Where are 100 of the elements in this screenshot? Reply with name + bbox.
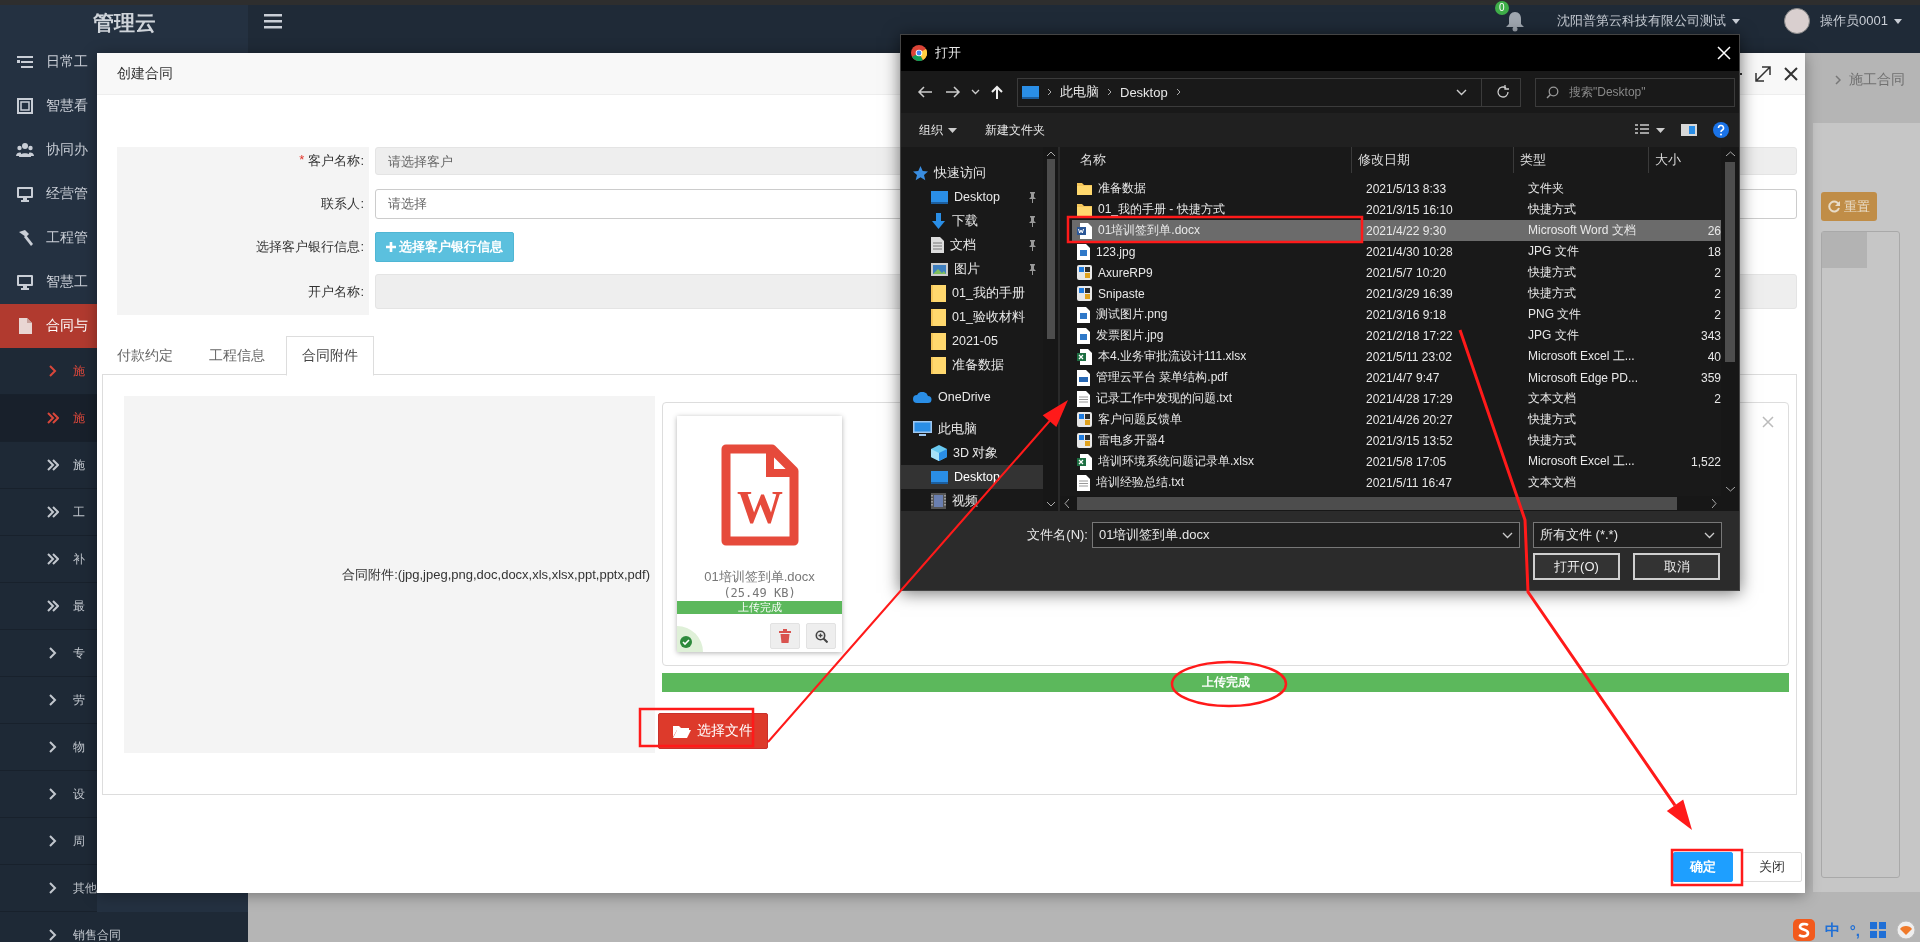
nav-item[interactable]: 3D 对象 <box>901 441 1043 465</box>
file-row[interactable]: AxureRP9 2021/5/7 10:20 快捷方式 2 <box>1072 262 1721 283</box>
address-bar[interactable]: 此电脑 Desktop <box>1017 77 1521 107</box>
date-cell-text: 2021/3/15 16:10 <box>1365 202 1454 217</box>
sidebar-subitem[interactable]: 施 <box>0 442 97 489</box>
tab[interactable]: 工程信息 <box>194 336 280 375</box>
zoom-button[interactable] <box>806 623 836 649</box>
type-cell-text: 快捷方式 <box>1527 411 1577 428</box>
nav-item[interactable]: 此电脑 <box>901 417 1043 441</box>
help-icon[interactable] <box>1713 122 1729 138</box>
column-header[interactable]: 类型 <box>1514 147 1649 173</box>
sidebar-subitem[interactable]: 最 <box>0 583 97 630</box>
sidebar-subitem[interactable]: 施 <box>0 395 97 442</box>
file-row[interactable]: 记录工作中发现的问题.txt 2021/4/28 17:29 文本文档 2 <box>1072 388 1721 409</box>
sidebar-subitem[interactable]: 补 <box>0 536 97 583</box>
sidebar-subitem[interactable]: 周 <box>0 818 97 865</box>
nav-item[interactable]: 01_验收材料 <box>901 305 1043 329</box>
company-menu[interactable]: 沈阳普第云科技有限公司测试 <box>1557 12 1741 30</box>
avatar[interactable] <box>1784 8 1811 34</box>
file-row[interactable]: 123.jpg 2021/4/30 10:28 JPG 文件 18 <box>1072 241 1721 262</box>
nav-item[interactable]: 准备数据 <box>901 353 1043 377</box>
choose-file-button[interactable]: 选择文件 <box>658 713 768 749</box>
date-cell-text: 2021/4/26 20:27 <box>1365 412 1454 427</box>
file-row[interactable]: 雷电多开器4 2021/3/15 13:52 快捷方式 <box>1072 430 1721 451</box>
nav-item[interactable]: Desktop <box>901 465 1043 489</box>
dropdown-icon[interactable] <box>1456 88 1467 96</box>
filename-field[interactable]: 01培训签到单.docx <box>1092 522 1520 548</box>
type-cell-text: 快捷方式 <box>1527 264 1577 281</box>
file-row[interactable]: Snipaste 2021/3/29 16:39 快捷方式 2 <box>1072 283 1721 304</box>
sidebar-item[interactable]: 合同与 <box>0 304 97 348</box>
nav-item[interactable]: 文档 <box>901 233 1043 257</box>
file-row[interactable]: 发票图片.jpg 2021/2/18 17:22 JPG 文件 343 <box>1072 325 1721 346</box>
up-icon[interactable] <box>989 85 1005 99</box>
sidebar-subitem[interactable]: 施 <box>0 348 97 395</box>
tab[interactable]: 付款约定 <box>102 336 188 375</box>
size-cell-text: 18 <box>1706 244 1721 259</box>
nav-item[interactable]: 快速访问 <box>901 161 1043 185</box>
date-cell-text: 2021/4/7 9:47 <box>1365 370 1441 385</box>
caret-icon <box>1732 18 1741 24</box>
file-row[interactable]: 01培训签到单.docx 2021/4/22 9:30 Microsoft Word 文档 26 <box>1072 220 1721 241</box>
sidebar-item[interactable]: 日常工 <box>0 40 97 84</box>
nav-item[interactable]: 图片 <box>901 257 1043 281</box>
sidebar-subitem[interactable]: 物 <box>0 724 97 771</box>
sidebar-subitem[interactable]: 劳 <box>0 677 97 724</box>
file-name: 客户问题反馈单 <box>1098 411 1182 428</box>
file-row[interactable]: 培训环境系统问题记录单.xlsx 2021/5/8 17:05 Microsoft Excel 工... 1,522 <box>1072 451 1721 472</box>
file-size: (25.49 KB) <box>723 586 796 600</box>
scroll-up-icon <box>1725 151 1735 156</box>
sidebar-subitem[interactable]: 工 <box>0 489 97 536</box>
sidebar-subitem[interactable]: 专 <box>0 630 97 677</box>
close-button[interactable]: 关闭 <box>1742 852 1802 882</box>
sidebar-subitem[interactable]: 设 <box>0 771 97 818</box>
nav-item[interactable]: 2021-05 <box>901 329 1043 353</box>
type-cell-text: JPG 文件 <box>1527 327 1580 344</box>
toolbar-button[interactable]: 组织 <box>919 121 957 139</box>
tab[interactable]: 合同附件 <box>286 336 374 376</box>
nav-item[interactable]: 视频 <box>901 489 1043 513</box>
user-menu[interactable]: 操作员0001 <box>1820 12 1902 30</box>
label-cell: 联系人: <box>117 182 369 225</box>
view-options-icon[interactable] <box>1635 124 1665 136</box>
sidebar-item[interactable]: 经营管 <box>0 172 97 216</box>
file-row[interactable]: 本4.业务审批流设计111.xlsx 2021/5/11 23:02 Microsoft Excel 工... 40 <box>1072 346 1721 367</box>
back-icon[interactable] <box>917 85 933 99</box>
forward-icon[interactable] <box>945 85 961 99</box>
toolbar-button[interactable]: 新建文件夹 <box>985 121 1045 139</box>
chevron-icon <box>49 788 57 800</box>
nav-item[interactable]: OneDrive <box>901 385 1043 409</box>
file-row[interactable]: 准备数据 2021/5/13 8:33 文件夹 <box>1072 178 1721 199</box>
file-type-dropdown[interactable]: 所有文件 (*.*) <box>1533 522 1722 548</box>
close-icon[interactable] <box>1783 65 1799 82</box>
dropdown-icon[interactable] <box>970 89 980 95</box>
scroll-left-icon <box>1064 499 1069 508</box>
file-row[interactable]: 测试图片.png 2021/3/16 9:18 PNG 文件 2 <box>1072 304 1721 325</box>
size-cell-text: 343 <box>1699 328 1721 343</box>
cancel-button[interactable]: 取消 <box>1633 553 1720 580</box>
file-row[interactable]: 管理云平台 菜单结构.pdf 2021/4/7 9:47 Microsoft Edge PD... 359 <box>1072 367 1721 388</box>
modal-title: 创建合同 <box>117 64 173 83</box>
delete-button[interactable] <box>770 623 800 649</box>
open-button[interactable]: 打开(O) <box>1533 553 1620 580</box>
column-header[interactable]: 名称 <box>1060 147 1352 173</box>
sidebar-item[interactable]: 工程管 <box>0 216 97 260</box>
sidebar-item[interactable]: 智慧工 <box>0 260 97 304</box>
nav-item[interactable]: Desktop <box>901 185 1043 209</box>
column-header[interactable]: 修改日期 <box>1352 147 1514 173</box>
date-cell-text: 2021/2/18 17:22 <box>1365 328 1454 343</box>
search-field[interactable]: 搜索"Desktop" <box>1535 77 1735 107</box>
sidebar-item[interactable]: 智慧看 <box>0 84 97 128</box>
maximize-icon[interactable] <box>1755 65 1771 82</box>
refresh-icon[interactable] <box>1496 85 1510 99</box>
nav-item[interactable]: 01_我的手册 <box>901 281 1043 305</box>
column-header[interactable]: 大小 <box>1649 147 1721 173</box>
menu-icon[interactable] <box>264 13 282 29</box>
file-row[interactable]: 01_我的手册 - 快捷方式 2021/3/15 16:10 快捷方式 <box>1072 199 1721 220</box>
file-row[interactable]: 培训经验总结.txt 2021/5/11 16:47 文本文档 <box>1072 472 1721 493</box>
bell-icon[interactable] <box>1505 10 1526 32</box>
file-row[interactable]: 客户问题反馈单 2021/4/26 20:27 快捷方式 <box>1072 409 1721 430</box>
sidebar-subitem[interactable]: 其他 <box>0 865 97 912</box>
nav-item[interactable]: 下载 <box>901 209 1043 233</box>
zoom-in-icon <box>814 629 828 643</box>
sidebar-item[interactable]: 协同办 <box>0 128 97 172</box>
